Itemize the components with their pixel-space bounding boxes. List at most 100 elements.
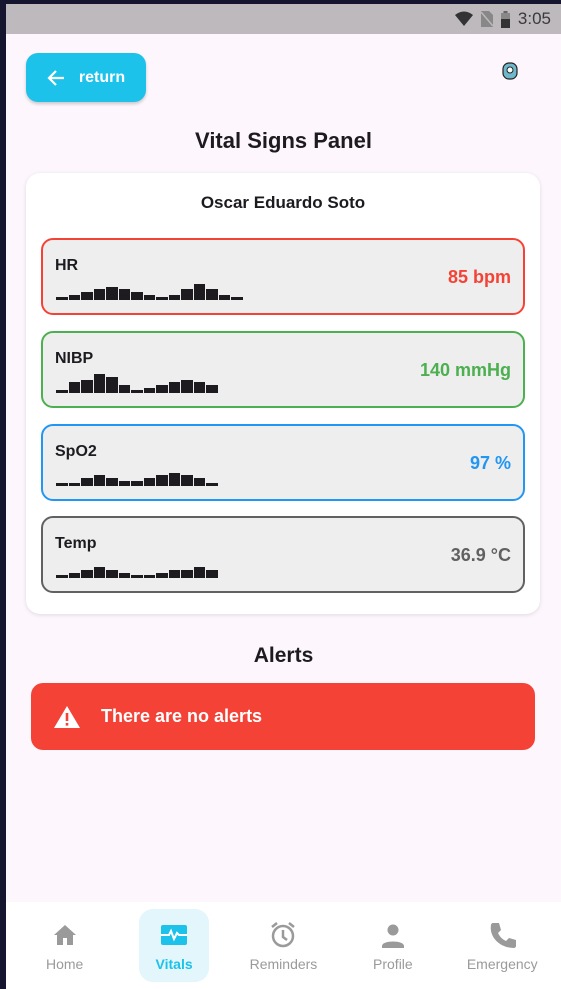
nav-item-emergency[interactable]: Emergency xyxy=(466,909,538,982)
arrow-back-icon xyxy=(47,69,64,86)
vital-value: 97 % xyxy=(469,453,511,473)
nav-label: Reminders xyxy=(249,955,318,972)
sparkline-bar xyxy=(68,483,81,486)
sparkline-bar xyxy=(218,294,231,300)
vital-value: 140 mmHg xyxy=(419,360,511,380)
sparkline-bar xyxy=(193,382,206,393)
sparkline-bar xyxy=(68,572,81,578)
sparkline-bar xyxy=(118,289,131,300)
alerts-title: Alerts xyxy=(253,644,314,667)
sparkline-bar xyxy=(81,291,94,300)
vital-label: SpO2 xyxy=(55,443,97,460)
sparkline-bar xyxy=(181,475,194,486)
sparkline-bar xyxy=(56,483,69,486)
nav-item-reminders[interactable]: Reminders xyxy=(248,909,318,982)
alert-banner: There are no alerts xyxy=(31,683,535,750)
app-screen: 3:05 return Vital Signs Panel Oscar Edua… xyxy=(6,4,561,989)
return-label: return xyxy=(78,68,126,86)
sparkline-bar xyxy=(168,472,181,486)
sparkline-bar xyxy=(231,297,244,300)
sparkline-bar xyxy=(143,575,156,578)
vital-row-hr[interactable]: HR 85 bpm xyxy=(41,238,525,315)
sparkline-bar xyxy=(106,477,119,486)
sparkline-bar xyxy=(168,569,181,578)
page-title: Vital Signs Panel xyxy=(195,128,372,153)
status-bar: 3:05 xyxy=(6,4,561,34)
sparkline-bar xyxy=(206,384,219,393)
person-icon xyxy=(381,924,404,948)
vitals-card: Oscar Eduardo Soto HR 85 bpm NIBP 140 mmH… xyxy=(26,173,540,614)
sparkline-bar xyxy=(106,376,119,393)
sparkline-bar xyxy=(206,289,219,300)
sparkline-bar xyxy=(68,382,81,393)
sparkline-bar xyxy=(93,567,106,578)
vital-value: 36.9 °C xyxy=(450,545,511,565)
vital-sparkline xyxy=(56,468,219,486)
status-time: 3:05 xyxy=(517,9,551,28)
home-icon xyxy=(53,924,76,945)
sparkline-bar xyxy=(131,480,144,486)
sparkline-bar xyxy=(81,379,94,393)
vital-label: Temp xyxy=(55,535,97,552)
sparkline-bar xyxy=(106,286,119,300)
nav-label: Home xyxy=(46,955,84,972)
sparkline-bar xyxy=(143,477,156,486)
sparkline-bar xyxy=(118,480,131,486)
vital-sparkline xyxy=(56,374,219,393)
sparkline-bar xyxy=(93,475,106,486)
sparkline-bar xyxy=(93,374,106,393)
return-button[interactable]: return xyxy=(26,53,146,102)
alarm-icon xyxy=(271,921,296,947)
phone-icon xyxy=(491,922,517,948)
sparkline-bar xyxy=(168,294,181,300)
sparkline-bar xyxy=(93,289,106,300)
sparkline-bar xyxy=(156,572,169,578)
sparkline-bar xyxy=(156,297,169,300)
vital-row-temp[interactable]: Temp 36.9 °C xyxy=(41,516,525,593)
sparkline-bar xyxy=(181,379,194,393)
sparkline-bar xyxy=(193,477,206,486)
sparkline-bar xyxy=(56,575,69,578)
sparkline-bar xyxy=(131,390,144,393)
sparkline-bar xyxy=(193,567,206,578)
vital-label: NIBP xyxy=(55,350,94,367)
nav-label: Vitals xyxy=(155,955,193,972)
sparkline-bar xyxy=(106,569,119,578)
sparkline-bar xyxy=(193,283,206,300)
vital-row-spo2[interactable]: SpO2 97 % xyxy=(41,424,525,501)
vital-sparkline xyxy=(56,282,244,300)
sparkline-bar xyxy=(156,475,169,486)
sparkline-bar xyxy=(68,294,81,300)
nav-label: Emergency xyxy=(466,955,538,972)
sparkline-bar xyxy=(131,575,144,578)
sparkline-bar xyxy=(56,297,69,300)
nav-item-vitals[interactable]: Vitals xyxy=(139,909,210,982)
nav-label: Profile xyxy=(373,955,413,972)
wifi-icon xyxy=(454,11,473,26)
sparkline-bar xyxy=(181,569,194,578)
sparkline-bar xyxy=(143,387,156,393)
sparkline-bar xyxy=(81,477,94,486)
sparkline-bar xyxy=(206,483,219,486)
vital-sparkline xyxy=(56,560,219,578)
sparkline-bar xyxy=(156,384,169,393)
sparkline-bar xyxy=(118,384,131,393)
vital-row-nibp[interactable]: NIBP 140 mmHg xyxy=(41,331,525,408)
battery-icon xyxy=(500,10,510,28)
nav-item-home[interactable]: Home xyxy=(30,909,100,982)
no-sim-icon xyxy=(480,11,493,27)
sparkline-bar xyxy=(206,569,219,578)
vital-label: HR xyxy=(55,257,79,274)
vital-value: 85 bpm xyxy=(447,267,511,287)
sparkline-bar xyxy=(143,294,156,300)
sparkline-bar xyxy=(131,291,144,300)
bottom-nav: Home Vitals Reminders Profile Emergency xyxy=(6,902,561,989)
patient-name: Oscar Eduardo Soto xyxy=(200,193,366,212)
sparkline-bar xyxy=(181,289,194,300)
warning-icon xyxy=(54,705,80,728)
tukuntech-logo xyxy=(490,62,530,85)
nav-item-profile[interactable]: Profile xyxy=(358,909,428,982)
sparkline-bar xyxy=(118,572,131,578)
sparkline-bar xyxy=(168,382,181,393)
sparkline-bar xyxy=(56,390,69,393)
